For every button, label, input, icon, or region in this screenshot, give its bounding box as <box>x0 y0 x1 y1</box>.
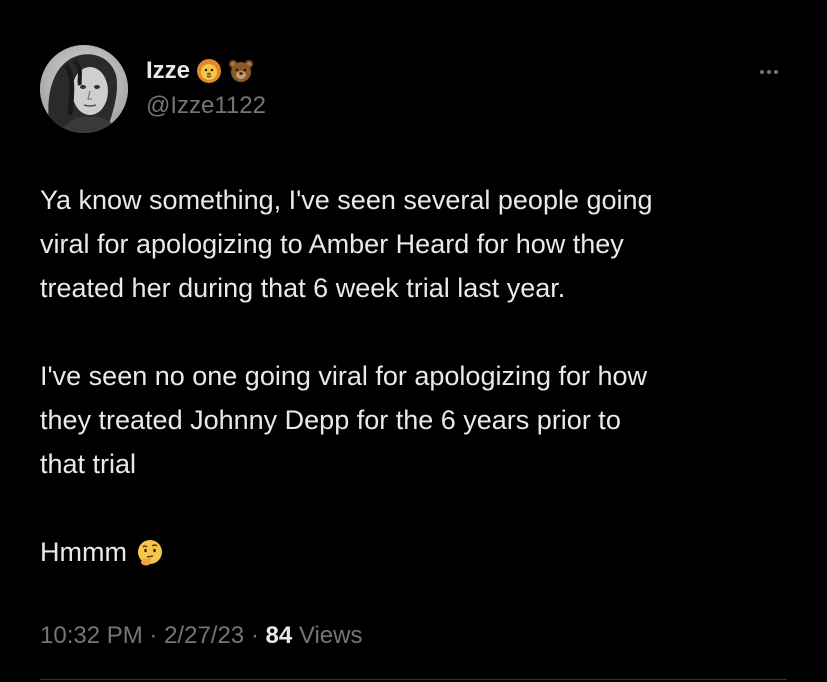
more-options-button[interactable] <box>752 62 786 82</box>
avatar-photo <box>40 45 128 133</box>
thinking-face-icon <box>135 537 165 567</box>
tweet: Izze @Izze1122 Ya know something, I've s… <box>0 0 827 682</box>
tweet-paragraph-2: I've seen no one going viral for apologi… <box>40 354 800 486</box>
divider <box>40 679 787 680</box>
tweet-paragraph-1: Ya know something, I've seen several peo… <box>40 178 800 310</box>
tweet-line: viral for apologizing to Amber Heard for… <box>40 229 624 259</box>
tweet-text: Ya know something, I've seen several peo… <box>40 178 800 574</box>
tweet-line: they treated Johnny Depp for the 6 years… <box>40 405 621 435</box>
meta-separator: · <box>149 622 158 649</box>
tweet-closing-text: Hmmm <box>40 537 127 567</box>
tweet-meta: 10:32 PM · 2/27/23 · 84 Views <box>40 622 362 650</box>
author-handle[interactable]: @Izze1122 <box>146 92 266 120</box>
tweet-line: treated her during that 6 week trial las… <box>40 273 566 303</box>
tweet-date[interactable]: 2/27/23 <box>164 622 244 649</box>
tweet-closing-line: Hmmm <box>40 530 800 574</box>
more-options-icon <box>760 70 764 74</box>
more-options-icon-dot-2 <box>767 70 771 74</box>
more-options-icon-dot-3 <box>774 70 778 74</box>
display-name[interactable]: Izze <box>146 57 190 85</box>
tweet-line: Ya know something, I've seen several peo… <box>40 185 653 215</box>
meta-separator: · <box>250 622 259 649</box>
views-label[interactable]: Views <box>299 622 363 649</box>
avatar[interactable] <box>40 45 128 133</box>
lion-face-icon <box>196 58 222 84</box>
tweet-line: I've seen no one going viral for apologi… <box>40 361 648 391</box>
author-name-row: Izze <box>146 56 254 86</box>
tweet-time[interactable]: 10:32 PM <box>40 622 143 649</box>
tweet-line: that trial <box>40 449 137 479</box>
views-count[interactable]: 84 <box>266 622 293 649</box>
bear-face-icon <box>228 58 254 84</box>
